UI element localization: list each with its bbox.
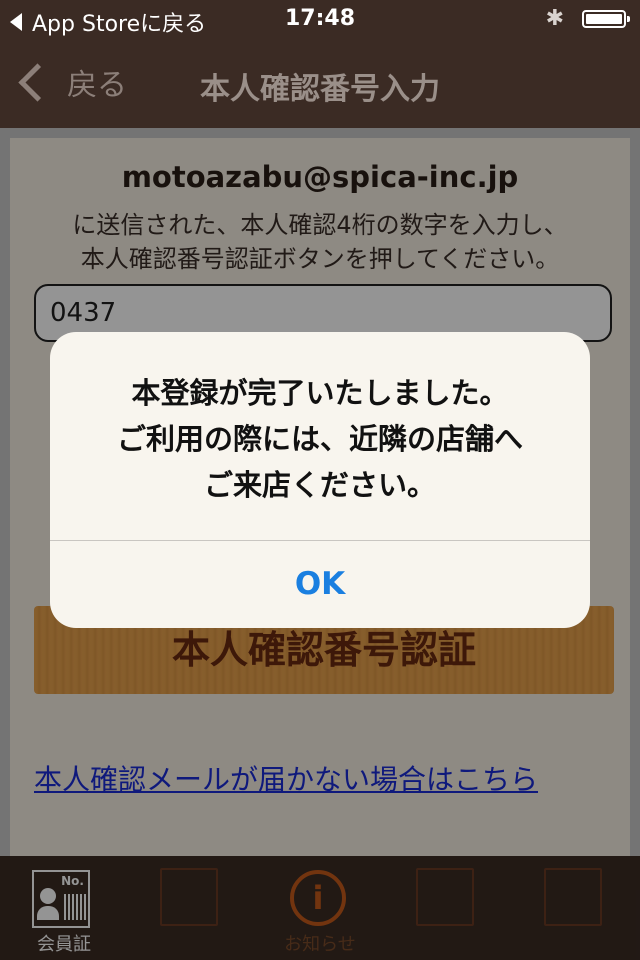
clock: 17:48 [284,6,356,31]
page-title: 本人確認番号入力 [200,72,440,107]
alert-line-1: 本登録が完了いたしました。 [131,376,509,410]
status-bar: App Storeに戻る 17:48 ✱ [0,0,640,40]
navigation-bar: 戻る 本人確認番号入力 [0,40,640,128]
alert-line-2: ご利用の際には、近隣の店舗へ [116,422,523,456]
battery-icon [582,10,630,28]
alert-line-3: ご来店ください。 [203,468,436,502]
alert-message: 本登録が完了いたしました。 ご利用の際には、近隣の店舗へ ご来店ください。 [70,370,570,508]
completion-alert: 本登録が完了いたしました。 ご利用の際には、近隣の店舗へ ご来店ください。 OK [50,332,590,628]
alert-ok-button[interactable]: OK [50,541,590,628]
bluetooth-icon: ✱ [545,6,564,31]
